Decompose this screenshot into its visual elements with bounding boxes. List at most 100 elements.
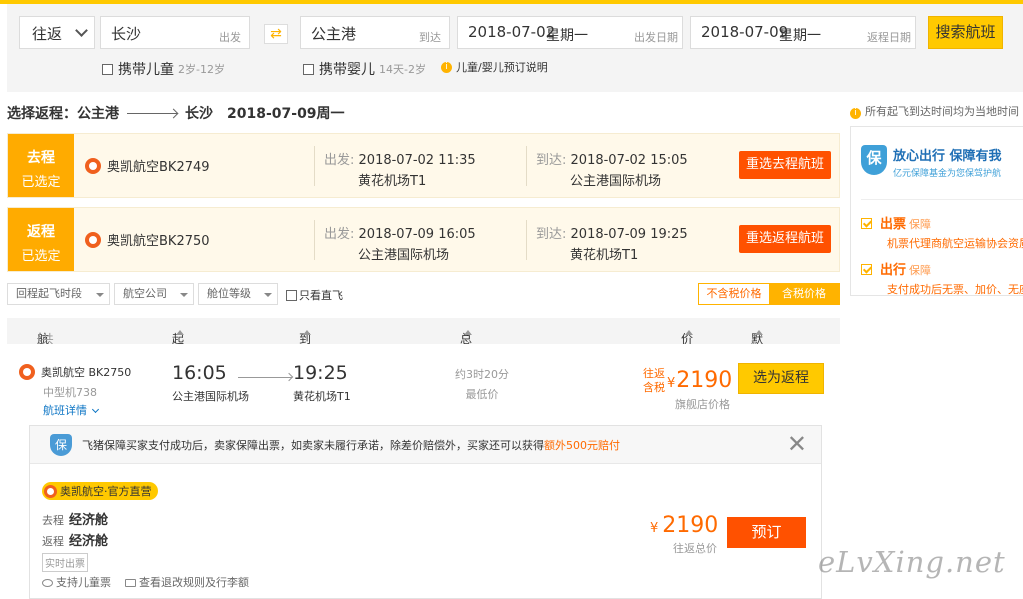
arrive-airport: 黄花机场T1	[570, 248, 639, 263]
filter-cabin[interactable]: 舱位等级	[198, 283, 278, 305]
flight-detail-link[interactable]: 航班详情	[43, 402, 100, 418]
okay-airways-logo-icon	[85, 157, 101, 174]
selected-airline: 奥凯航空BK2750	[85, 230, 210, 249]
infant-checkbox-box[interactable]	[303, 63, 314, 75]
check-icon	[861, 218, 872, 229]
close-icon[interactable]: ✕	[787, 430, 807, 458]
flight-duration: 约3时20分 最低价	[455, 366, 509, 402]
section-prefix: 选择返程：	[7, 106, 77, 122]
choose-return-button[interactable]: 选为返程	[738, 363, 824, 394]
to-city-input[interactable]: 公主港 到达	[300, 16, 450, 49]
reselect-outbound-button[interactable]: 重选去程航班	[739, 151, 831, 179]
from-city-label: 出发	[219, 31, 241, 44]
filter-depart-time[interactable]: 回程起飞时段	[7, 283, 110, 305]
return-cabin-label: 返程	[42, 535, 64, 548]
price-note: 往返 含税	[643, 367, 665, 394]
selected-tag-sub: 已选定	[21, 249, 61, 264]
child-label: 携带儿童	[118, 62, 174, 78]
depart-date-input[interactable]: 2018-07-02 星期一 出发日期	[457, 16, 683, 49]
guarantee-shield-icon: 保	[50, 434, 72, 456]
return-weekday: 星期一	[779, 28, 821, 44]
booking-panel: 保 飞猪保障买家支付成功后，卖家保障出票，如卖家未履行承诺，除差价赔偿外，买家还…	[29, 425, 822, 599]
currency-symbol: ¥	[667, 376, 676, 391]
filter-airline[interactable]: 航空公司	[114, 283, 194, 305]
booking-note-label: 儿童/婴儿预订说明	[456, 61, 548, 74]
refund-rules-link[interactable]: 查看退改规则及行李额	[125, 574, 249, 590]
okay-airways-logo-icon	[85, 231, 101, 248]
section-title: 选择返程： 公主港 长沙 2018-07-09周一	[7, 103, 345, 123]
okay-airways-logo-icon	[44, 484, 57, 498]
arrow-right-icon	[127, 112, 177, 114]
selected-tag-title: 去程	[27, 150, 55, 166]
lowest-price-label: 最低价	[465, 388, 499, 401]
total-price: ¥2190	[650, 513, 718, 538]
return-date-input[interactable]: 2018-07-09 星期一 返程日期	[690, 16, 916, 49]
divider	[314, 146, 315, 186]
guarantee-card-head: 保 放心出行 保障有我 亿元保障基金为您保驾护航	[861, 145, 1002, 179]
divider	[526, 146, 527, 186]
tax-excluded-tab[interactable]: 不含税价格	[699, 284, 769, 304]
section-date: 2018-07-09周一	[227, 106, 345, 122]
sort-arrow-icon	[303, 330, 311, 335]
child-checkbox[interactable]: 携带儿童 2岁-12岁	[102, 59, 225, 79]
selected-tag: 返程 已选定	[8, 208, 74, 271]
booking-note-link[interactable]: i 儿童/婴儿预订说明	[441, 59, 548, 75]
flight-arrive-airport: 黄花机场T1	[293, 390, 351, 403]
swap-cities-icon[interactable]: ⇄	[264, 24, 288, 44]
trip-type-select[interactable]: 往返	[19, 16, 95, 49]
operator-name: 奥凯航空·官方直营	[60, 485, 152, 498]
travel-guarantee-item: 出行 保障 支付成功后无票、加价、无座	[861, 259, 1023, 296]
sort-arrow-icon	[685, 330, 693, 335]
direct-only-label: 只看直飞	[299, 289, 343, 302]
to-city-value: 公主港	[311, 25, 357, 43]
instant-ticket-badge: 实时出票	[42, 553, 88, 572]
selected-airline-name: 奥凯航空BK2749	[107, 160, 210, 175]
total-price-label: 往返总价	[673, 542, 717, 555]
local-time-note: i 所有起飞到达时间均为当地时间	[850, 103, 1019, 119]
filter-airline-label: 航空公司	[123, 287, 167, 300]
child-checkbox-box[interactable]	[102, 63, 113, 75]
sort-arrow-icon	[755, 330, 763, 335]
section-from: 公主港	[77, 106, 119, 122]
selected-return-card: 返程 已选定 奥凯航空BK2750 出发: 2018-07-09 16:05 公…	[7, 207, 840, 272]
search-flights-button[interactable]: 搜索航班	[928, 16, 1003, 49]
depart-airport: 公主港国际机场	[358, 248, 450, 263]
return-cabin-value: 经济舱	[69, 534, 109, 549]
depart-weekday: 星期一	[546, 28, 588, 44]
reselect-return-button[interactable]: 重选返程航班	[739, 225, 831, 253]
book-button[interactable]: 预订	[727, 517, 806, 548]
ticket-guarantee-desc: 机票代理商航空运输协会资质	[887, 237, 1023, 250]
duration-value: 约3时20分	[455, 368, 509, 381]
arrive-time: 2018-07-02 15:05	[570, 153, 688, 168]
selected-outbound-card: 去程 已选定 奥凯航空BK2749 出发: 2018-07-02 11:35 黄…	[7, 133, 840, 198]
price-value: 2190	[676, 368, 733, 393]
travel-guarantee-desc: 支付成功后无票、加价、无座	[887, 283, 1023, 296]
okay-airways-logo-icon	[19, 364, 35, 380]
divider	[526, 220, 527, 260]
divider	[314, 220, 315, 260]
child-ticket-link[interactable]: 支持儿童票	[42, 574, 111, 590]
caret-down-icon	[180, 293, 188, 297]
from-city-input[interactable]: 长沙 出发	[100, 16, 250, 49]
info-icon: i	[850, 108, 861, 119]
watermark: eLvXing.net	[818, 545, 1006, 579]
direct-only-box[interactable]	[286, 289, 297, 301]
direct-only-checkbox[interactable]: 只看直飞	[286, 287, 343, 303]
guarantee-card-title: 放心出行 保障有我	[893, 149, 1002, 164]
outbound-cabin-row: 去程 经济舱	[42, 509, 108, 528]
caret-down-icon	[96, 293, 104, 297]
guarantee-banner: 保 飞猪保障买家支付成功后，卖家保障出票，如卖家未履行承诺，除差价赔偿外，买家还…	[30, 426, 821, 464]
infant-checkbox[interactable]: 携带婴儿 14天-2岁	[303, 59, 426, 79]
selected-arrive-info: 到达: 2018-07-09 19:25 黄花机场T1	[536, 223, 688, 263]
flight-depart-time: 16:05	[172, 362, 227, 384]
trip-type-value: 往返	[32, 25, 63, 43]
filter-cabin-label: 舱位等级	[207, 287, 251, 300]
tax-price-toggle: 不含税价格 含税价格	[698, 283, 840, 305]
arrive-label: 到达:	[536, 227, 567, 242]
tax-included-tab[interactable]: 含税价格	[769, 284, 839, 304]
outbound-cabin-value: 经济舱	[69, 513, 109, 528]
infant-age: 14天-2岁	[379, 63, 426, 76]
currency-symbol: ¥	[650, 521, 659, 536]
return-date-value: 2018-07-09	[701, 23, 789, 41]
flight-list-header: 航班信息(共1条航班) 起飞时间 到达时间 总耗时 价格 默认排序	[7, 318, 840, 411]
